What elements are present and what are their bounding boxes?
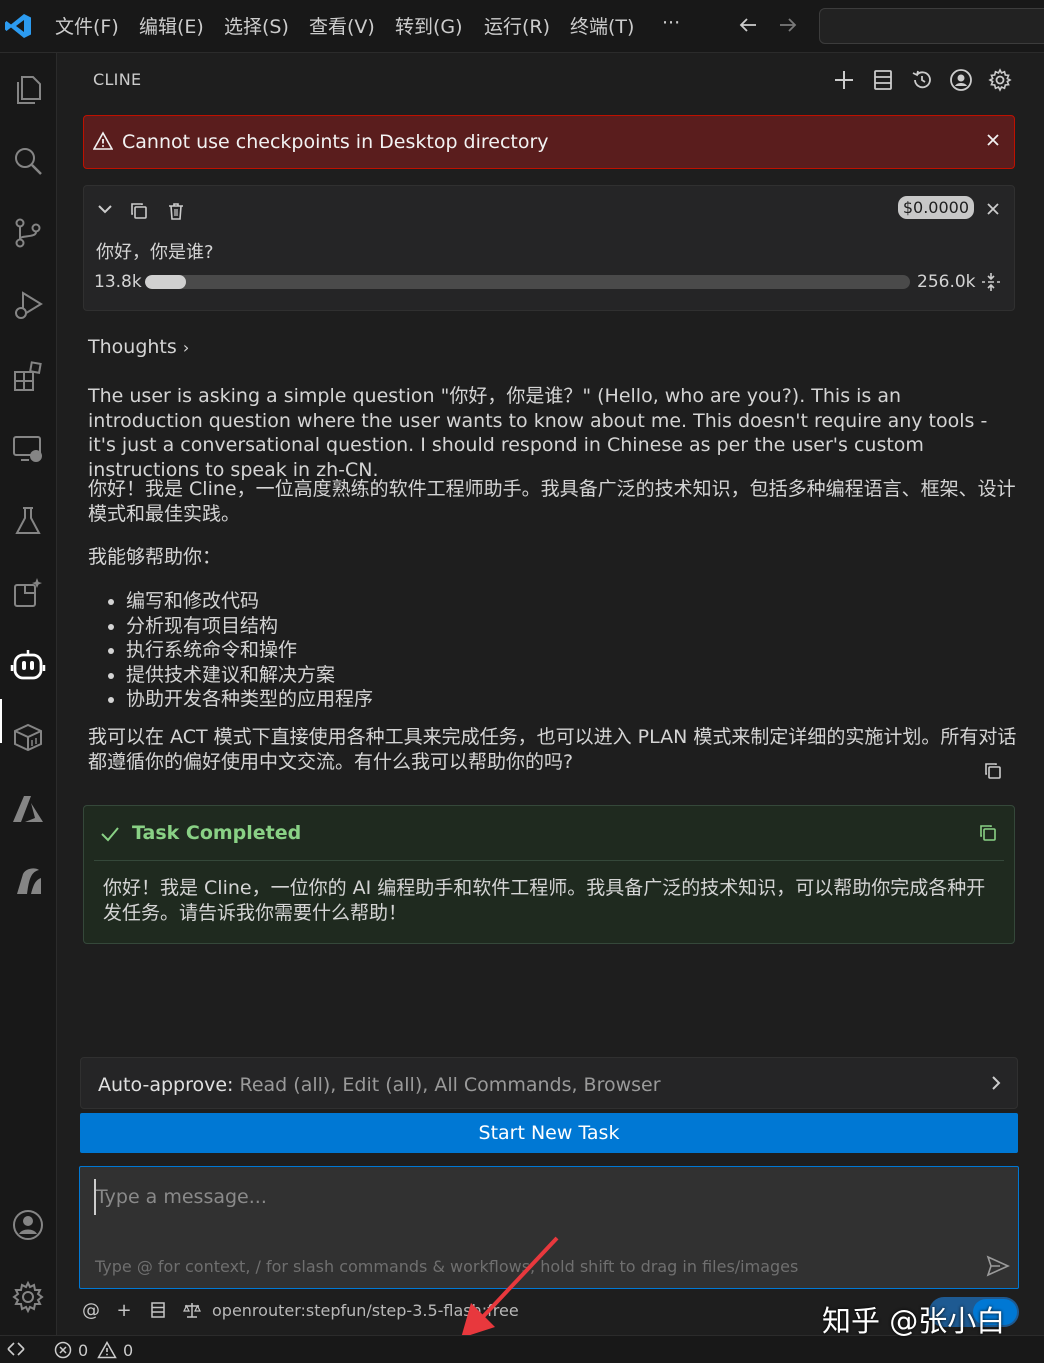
remote-explorer-icon[interactable]	[8, 429, 48, 469]
task-header-card: $0.0000 你好，你是谁? 13.8k 256.0k	[83, 185, 1015, 311]
menu-selection[interactable]: 选择(S)	[224, 12, 289, 39]
account-icon[interactable]	[8, 1205, 48, 1245]
assistant-intro: 你好！我是 Cline，一位高度熟练的软件工程师助手。我具备广泛的技术知识，包括…	[88, 478, 1016, 525]
extensions-icon[interactable]	[8, 357, 48, 397]
active-indicator	[0, 699, 2, 743]
menu-run[interactable]: 运行(R)	[484, 12, 550, 39]
history-icon[interactable]	[909, 67, 935, 93]
server-icon[interactable]	[148, 1298, 168, 1322]
source-control-icon[interactable]	[8, 213, 48, 253]
activity-bar	[0, 53, 57, 1335]
compress-icon[interactable]	[980, 271, 1002, 293]
menu-file[interactable]: 文件(F)	[55, 12, 119, 39]
auto-approve-bar[interactable]: Auto-approve: Read (all), Edit (all), Al…	[80, 1057, 1018, 1109]
list-item: 分析现有项目结构	[126, 614, 373, 639]
panel-title: CLINE	[93, 70, 142, 89]
menu-go[interactable]: 转到(G)	[395, 12, 463, 39]
list-item: 编写和修改代码	[126, 589, 373, 614]
trash-icon[interactable]	[166, 201, 186, 221]
menu-edit[interactable]: 编辑(E)	[139, 12, 204, 39]
cline-panel: CLINE Cannot use checkpoints in Desktop …	[62, 53, 1044, 1338]
account-circle-icon[interactable]	[948, 67, 974, 93]
assistant-closing: 我可以在 ACT 模式下直接使用各种工具来完成任务，也可以进入 PLAN 模式来…	[88, 726, 1017, 773]
menu-view[interactable]: 查看(V)	[309, 12, 375, 39]
chevron-down-icon[interactable]	[96, 200, 114, 218]
auto-approve-value: Read (all), Edit (all), All Commands, Br…	[239, 1074, 661, 1096]
cost-badge: $0.0000	[897, 196, 974, 219]
remote-indicator-icon[interactable]	[6, 1340, 26, 1358]
menu-terminal[interactable]: 终端(T)	[570, 12, 634, 39]
thought-text: The user is asking a simple question "你好…	[88, 385, 988, 481]
task-completed-text: 你好！我是 Cline，一位你的 AI 编程助手和软件工程师。我具备广泛的技术知…	[103, 877, 986, 924]
testing-icon[interactable]	[8, 501, 48, 541]
balance-scale-icon[interactable]	[182, 1298, 202, 1322]
server-icon[interactable]	[870, 67, 896, 93]
command-center-search[interactable]	[819, 8, 1044, 44]
menu-more[interactable]: ···	[662, 12, 680, 34]
send-icon[interactable]	[986, 1255, 1010, 1277]
context-used: 13.8k	[94, 272, 142, 292]
error-message: Cannot use checkpoints in Desktop direct…	[122, 131, 549, 153]
back-arrow-icon[interactable]	[737, 14, 759, 36]
thoughts-toggle[interactable]: Thoughts ›	[88, 336, 189, 358]
warning-count-icon[interactable]	[97, 1341, 117, 1359]
explorer-icon[interactable]	[8, 69, 48, 109]
capabilities-list: 编写和修改代码 分析现有项目结构 执行系统命令和操作 提供技术建议和解决方案 协…	[106, 589, 373, 712]
list-item: 协助开发各种类型的应用程序	[126, 687, 373, 712]
forward-arrow-icon[interactable]	[777, 14, 799, 36]
warning-icon	[93, 131, 113, 151]
copy-result-icon[interactable]	[978, 823, 998, 843]
search-icon[interactable]	[8, 141, 48, 181]
plus-icon[interactable]	[831, 67, 857, 93]
annotation-arrow	[457, 1233, 567, 1343]
warning-count: 0	[123, 1341, 134, 1360]
list-item: 执行系统命令和操作	[126, 638, 373, 663]
checkmark-icon	[100, 824, 120, 844]
cline-robot-icon[interactable]	[8, 645, 48, 685]
run-debug-icon[interactable]	[8, 285, 48, 325]
error-count-icon[interactable]	[54, 1341, 72, 1359]
mention-button[interactable]: @	[81, 1298, 101, 1322]
context-total: 256.0k	[917, 272, 976, 292]
chevron-right-icon	[987, 1074, 1005, 1092]
message-input[interactable]	[94, 1179, 956, 1215]
context-window-bar	[145, 275, 910, 289]
vscode-logo-icon	[4, 12, 32, 40]
chevron-right-icon: ›	[182, 338, 190, 357]
close-task-icon[interactable]	[984, 200, 1002, 218]
gear-icon[interactable]	[987, 67, 1013, 93]
deploy-icon[interactable]	[8, 861, 48, 901]
context-window-fill	[145, 275, 186, 289]
copy-icon[interactable]	[129, 201, 149, 221]
error-count: 0	[78, 1341, 89, 1360]
divider	[94, 860, 1004, 861]
thoughts-label: Thoughts	[88, 336, 177, 358]
add-context-button[interactable]: +	[114, 1298, 134, 1322]
azure-icon[interactable]	[8, 789, 48, 829]
packages-icon[interactable]	[8, 717, 48, 757]
title-bar: 文件(F) 编辑(E) 选择(S) 查看(V) 转到(G) 运行(R) 终端(T…	[0, 0, 1044, 53]
ai-extensions-icon[interactable]	[8, 573, 48, 613]
task-question: 你好，你是谁?	[96, 242, 214, 263]
chat-hint: Type @ for context, / for slash commands…	[95, 1257, 799, 1276]
settings-gear-icon[interactable]	[8, 1277, 48, 1317]
error-banner: Cannot use checkpoints in Desktop direct…	[83, 115, 1015, 169]
list-item: 提供技术建议和解决方案	[126, 663, 373, 688]
start-new-task-button[interactable]: Start New Task	[80, 1113, 1018, 1153]
assistant-can-help: 我能够帮助你：	[88, 546, 222, 568]
watermark: 知乎 @张小白	[822, 1304, 1006, 1338]
copy-message-icon[interactable]	[983, 761, 1003, 781]
task-completed-card: Task Completed 你好！我是 Cline，一位你的 AI 编程助手和…	[83, 805, 1015, 944]
auto-approve-label: Auto-approve:	[98, 1074, 234, 1096]
close-icon[interactable]	[984, 131, 1002, 149]
task-completed-title: Task Completed	[132, 822, 302, 844]
